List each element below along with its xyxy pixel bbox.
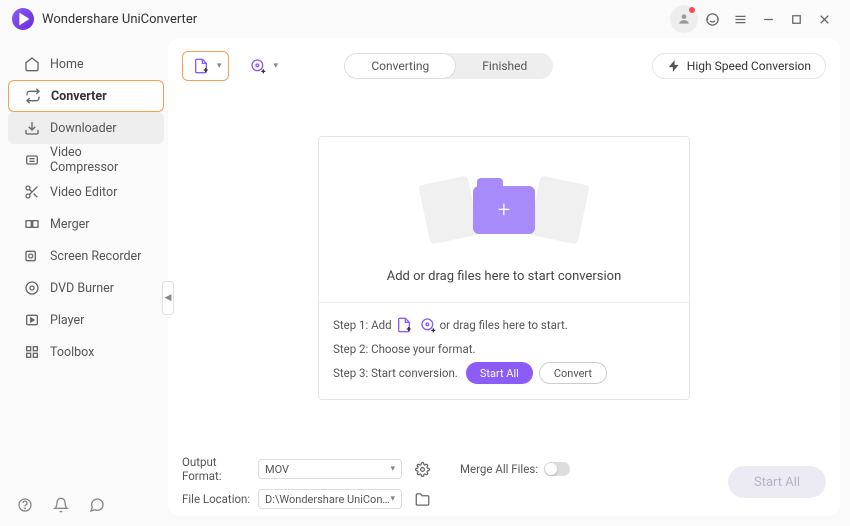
sidebar-item-label: DVD Burner xyxy=(50,281,114,296)
sidebar-item-dvd[interactable]: DVD Burner xyxy=(8,272,164,304)
home-icon xyxy=(24,56,40,72)
support-button[interactable] xyxy=(698,5,726,33)
high-speed-button[interactable]: High Speed Conversion xyxy=(652,53,826,79)
sidebar-item-label: Downloader xyxy=(50,121,117,136)
profile-button[interactable] xyxy=(670,5,698,33)
chevron-down-icon: ▾ xyxy=(390,494,395,504)
step-2: Step 2: Choose your format. xyxy=(333,337,675,361)
titlebar: Wondershare UniConverter xyxy=(0,0,850,38)
converter-icon xyxy=(25,88,41,104)
add-file-icon xyxy=(192,57,210,75)
sidebar-item-home[interactable]: Home xyxy=(8,48,164,80)
sidebar-item-editor[interactable]: Video Editor xyxy=(8,176,164,208)
add-dvd-icon[interactable] xyxy=(419,316,437,334)
menu-button[interactable] xyxy=(726,5,754,33)
output-format-select[interactable]: MOV▾ xyxy=(258,459,402,479)
sidebar-item-label: Video Editor xyxy=(50,185,117,200)
sidebar-item-toolbox[interactable]: Toolbox xyxy=(8,336,164,368)
step-3: Step 3: Start conversion. Start All Conv… xyxy=(333,361,675,385)
sidebar-collapse-handle[interactable]: ◀ xyxy=(162,281,174,315)
notifications-button[interactable] xyxy=(52,496,70,514)
lightning-icon xyxy=(667,59,681,73)
folder-plus-icon: + xyxy=(473,186,535,234)
start-all-button[interactable]: Start All xyxy=(466,362,533,384)
add-dvd-button[interactable]: ▾ xyxy=(239,51,286,81)
sidebar-item-label: Home xyxy=(50,57,84,72)
tab-converting[interactable]: Converting xyxy=(344,53,456,79)
sidebar-item-label: Screen Recorder xyxy=(50,249,141,264)
sidebar-item-label: Toolbox xyxy=(50,345,94,360)
close-button[interactable] xyxy=(810,5,838,33)
sidebar: Home Converter Downloader Video Compress… xyxy=(0,38,168,526)
maximize-button[interactable] xyxy=(782,5,810,33)
settings-button[interactable] xyxy=(412,459,432,479)
file-location-label: File Location: xyxy=(182,492,254,506)
dropzone[interactable]: + Add or drag files here to start conver… xyxy=(318,136,690,400)
merge-icon xyxy=(24,216,40,232)
add-dvd-icon xyxy=(249,57,267,75)
sidebar-item-recorder[interactable]: Screen Recorder xyxy=(8,240,164,272)
file-location-select[interactable]: D:\Wondershare UniConverter▾ xyxy=(258,489,402,509)
help-button[interactable] xyxy=(16,496,34,514)
play-icon xyxy=(24,312,40,328)
output-format-label: Output Format: xyxy=(182,455,254,483)
chevron-down-icon: ▾ xyxy=(390,464,395,474)
toolbar: ▾ ▾ Converting Finished High Speed Conve… xyxy=(182,48,826,84)
sidebar-item-label: Video Compressor xyxy=(50,145,148,175)
high-speed-label: High Speed Conversion xyxy=(687,59,811,73)
sidebar-item-converter[interactable]: Converter xyxy=(8,80,164,112)
chevron-down-icon: ▾ xyxy=(217,61,222,71)
sidebar-item-label: Player xyxy=(50,313,84,328)
tabs: Converting Finished xyxy=(344,53,553,79)
disc-icon xyxy=(24,280,40,296)
notification-dot-icon xyxy=(689,7,695,13)
open-folder-button[interactable] xyxy=(412,489,432,509)
dropzone-illustration: + xyxy=(333,165,675,255)
main-panel: ▾ ▾ Converting Finished High Speed Conve… xyxy=(168,38,840,516)
tab-finished[interactable]: Finished xyxy=(456,53,553,79)
sidebar-item-downloader[interactable]: Downloader xyxy=(8,112,164,144)
footer: Output Format: MOV▾ Merge All Files: Fil… xyxy=(182,452,826,506)
recorder-icon xyxy=(24,248,40,264)
download-icon xyxy=(24,120,40,136)
sidebar-item-merger[interactable]: Merger xyxy=(8,208,164,240)
merge-label: Merge All Files: xyxy=(460,462,538,476)
start-all-main-button[interactable]: Start All xyxy=(728,466,826,498)
dropzone-headline: Add or drag files here to start conversi… xyxy=(333,269,675,284)
grid-icon xyxy=(24,344,40,360)
chevron-down-icon: ▾ xyxy=(274,61,279,71)
app-logo-icon xyxy=(12,8,34,30)
app-title: Wondershare UniConverter xyxy=(42,12,197,27)
scissors-icon xyxy=(24,184,40,200)
minimize-button[interactable] xyxy=(754,5,782,33)
add-file-button[interactable]: ▾ xyxy=(182,51,229,81)
sidebar-item-label: Converter xyxy=(51,89,107,104)
sidebar-item-label: Merger xyxy=(50,217,90,232)
sidebar-item-compressor[interactable]: Video Compressor xyxy=(8,144,164,176)
add-file-icon[interactable] xyxy=(395,316,413,334)
step-1: Step 1: Add or drag files here to start. xyxy=(333,313,675,337)
feedback-button[interactable] xyxy=(88,496,106,514)
compress-icon xyxy=(24,152,40,168)
merge-toggle[interactable] xyxy=(544,462,570,476)
sidebar-item-player[interactable]: Player xyxy=(8,304,164,336)
convert-button[interactable]: Convert xyxy=(539,362,607,384)
